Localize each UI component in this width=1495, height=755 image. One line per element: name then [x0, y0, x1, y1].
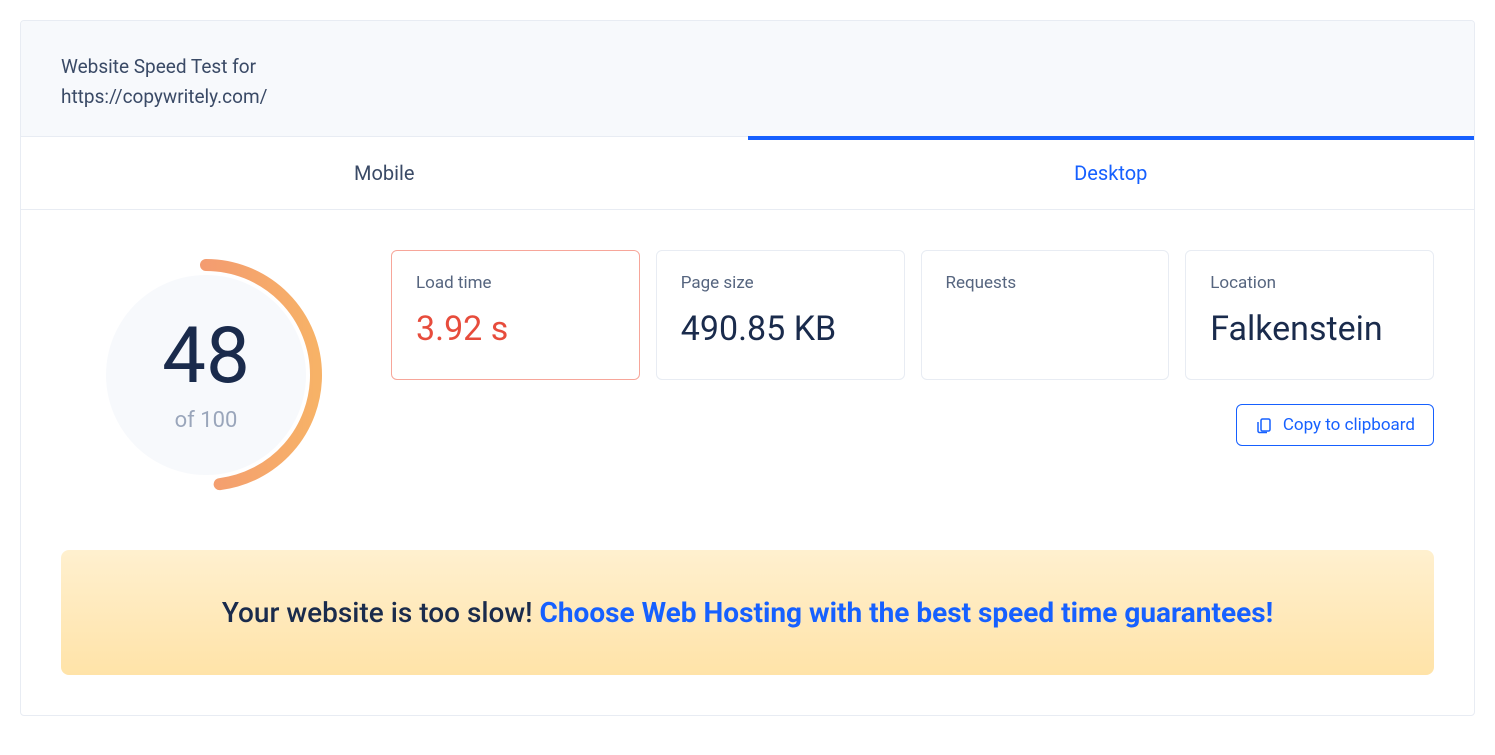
slow-site-banner: Your website is too slow! Choose Web Hos… — [61, 550, 1434, 675]
banner-text: Your website is too slow! — [222, 596, 540, 629]
metric-label: Load time — [416, 273, 615, 293]
speed-test-card: Website Speed Test for https://copywrite… — [20, 20, 1475, 716]
copy-row: Copy to clipboard — [391, 404, 1434, 446]
metric-value: Falkenstein — [1210, 309, 1409, 349]
tab-desktop[interactable]: Desktop — [748, 137, 1475, 209]
choose-hosting-link[interactable]: Choose Web Hosting with the best speed t… — [540, 596, 1274, 629]
clipboard-icon — [1255, 416, 1273, 434]
device-tabs: Mobile Desktop — [21, 137, 1474, 210]
tab-mobile[interactable]: Mobile — [21, 137, 748, 209]
header: Website Speed Test for https://copywrite… — [21, 21, 1474, 137]
metric-label: Page size — [681, 273, 880, 293]
metric-load-time: Load time 3.92 s — [391, 250, 640, 380]
header-title: Website Speed Test for — [61, 49, 1434, 85]
tested-url: https://copywritely.com/ — [61, 85, 1434, 108]
gauge-score: 48 — [162, 318, 250, 396]
metric-value: 3.92 s — [416, 309, 615, 349]
metric-label: Location — [1210, 273, 1409, 293]
metric-row: Load time 3.92 s Page size 490.85 KB Req… — [391, 250, 1434, 380]
copy-button-label: Copy to clipboard — [1283, 415, 1415, 435]
metric-requests: Requests — [921, 250, 1170, 380]
metric-location: Location Falkenstein — [1185, 250, 1434, 380]
gauge-of-label: of 100 — [175, 408, 238, 433]
metric-value: 490.85 KB — [681, 309, 880, 349]
metrics-panel: Load time 3.92 s Page size 490.85 KB Req… — [391, 250, 1434, 446]
metric-label: Requests — [946, 273, 1145, 293]
copy-to-clipboard-button[interactable]: Copy to clipboard — [1236, 404, 1434, 446]
results-content: 48 of 100 Load time 3.92 s Page size 490… — [21, 210, 1474, 520]
metric-page-size: Page size 490.85 KB — [656, 250, 905, 380]
score-gauge: 48 of 100 — [61, 250, 351, 500]
